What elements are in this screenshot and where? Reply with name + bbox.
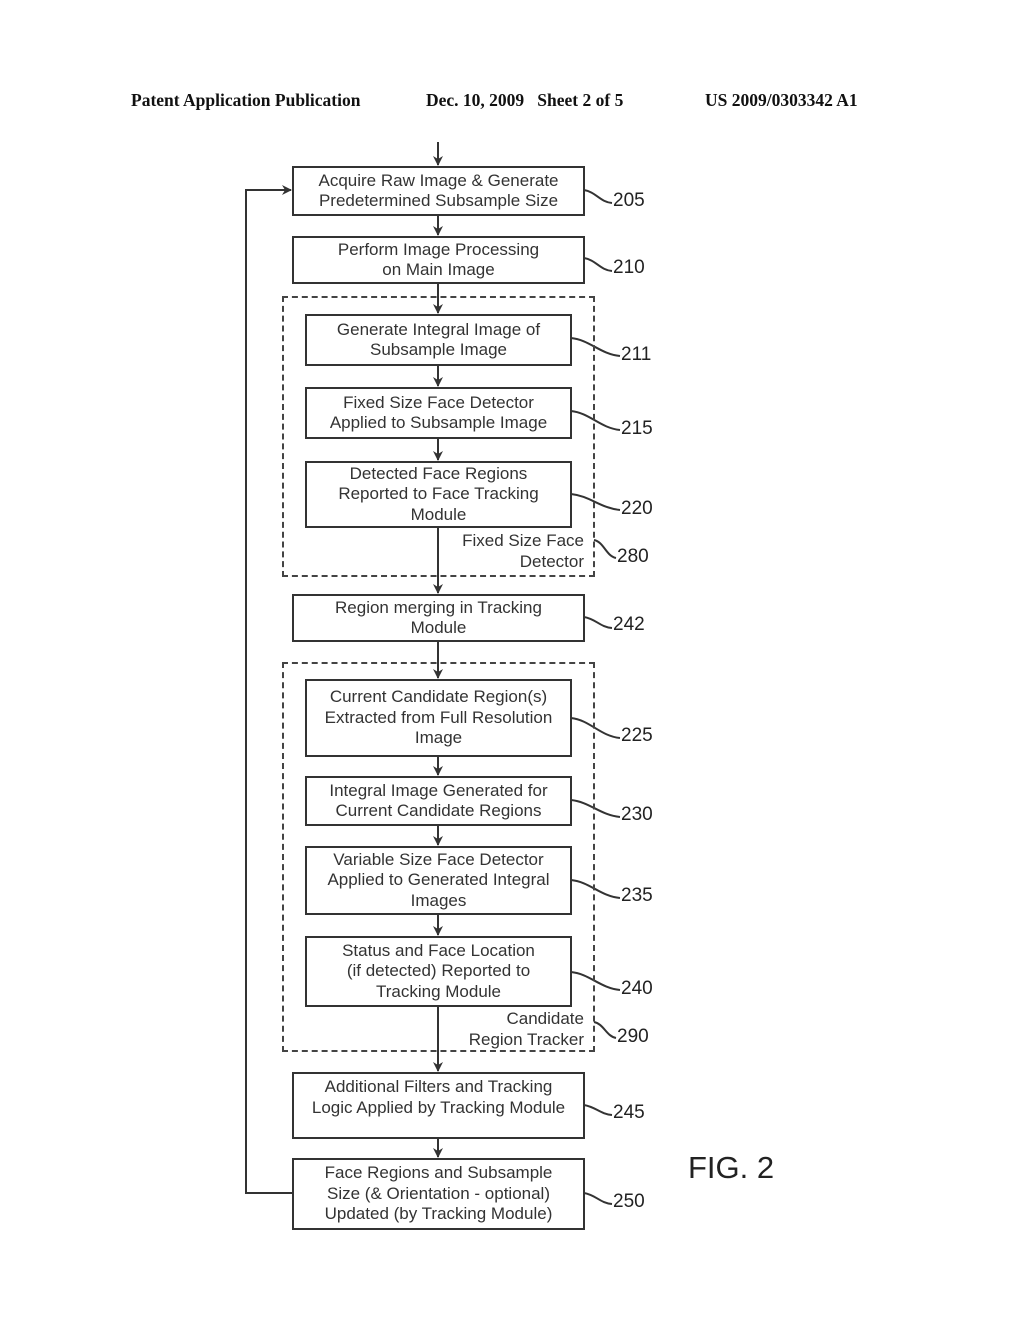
leader-205 (583, 189, 613, 204)
step-box-220: Detected Face Regions Reported to Face Tr… (305, 461, 572, 528)
step-box-225: Current Candidate Region(s) Extracted fro… (305, 679, 572, 757)
leader-210 (583, 257, 613, 272)
ref-235: 235 (621, 885, 653, 906)
step-box-215: Fixed Size Face Detector Applied to Subsa… (305, 387, 572, 439)
leader-245 (583, 1104, 613, 1116)
ref-280: 280 (617, 546, 649, 567)
step-box-235: Variable Size Face Detector Applied to Ge… (305, 846, 572, 915)
step-box-205: Acquire Raw Image & Generate Predetermine… (292, 166, 585, 216)
step-box-245: Additional Filters and Tracking Logic App… (292, 1072, 585, 1139)
leader-250 (583, 1192, 613, 1205)
ref-220: 220 (621, 498, 653, 519)
ref-215: 215 (621, 418, 653, 439)
ref-250: 250 (613, 1191, 645, 1212)
ref-225: 225 (621, 725, 653, 746)
group-label-280: Fixed Size Face Detector (462, 531, 584, 571)
step-box-240: Status and Face Location (if detected) Re… (305, 936, 572, 1007)
ref-230: 230 (621, 804, 653, 825)
step-box-211: Generate Integral Image of Subsample Imag… (305, 314, 572, 366)
step-box-242: Region merging in Tracking Module (292, 594, 585, 642)
leader-242 (583, 616, 613, 629)
figure-label: FIG. 2 (688, 1150, 775, 1185)
ref-245: 245 (613, 1102, 645, 1123)
step-box-230: Integral Image Generated for Current Cand… (305, 776, 572, 826)
step-box-250: Face Regions and Subsample Size (& Orient… (292, 1158, 585, 1230)
leader-280 (593, 539, 617, 559)
ref-211: 211 (621, 344, 652, 365)
ref-240: 240 (621, 978, 653, 999)
step-box-210: Perform Image Processing on Main Image (292, 236, 585, 284)
ref-290: 290 (617, 1026, 649, 1047)
ref-210: 210 (613, 257, 645, 278)
leader-290 (593, 1021, 617, 1039)
group-label-290: Candidate Region Tracker (468, 1009, 584, 1049)
ref-242: 242 (613, 614, 645, 635)
ref-205: 205 (613, 190, 645, 211)
